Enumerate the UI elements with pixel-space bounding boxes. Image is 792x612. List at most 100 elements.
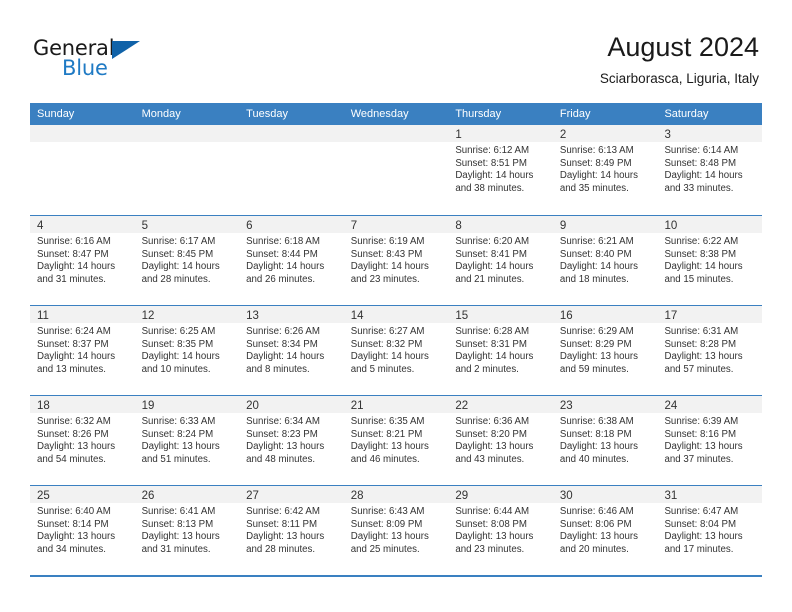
calendar-day-cell[interactable]: 24 Sunrise: 6:39 AM Sunset: 8:16 PM Dayligh… <box>657 396 763 485</box>
day-number: 26 <box>141 490 155 502</box>
day-info-line: Sunrise: 6:13 AM <box>559 145 634 156</box>
day-sun-info: Sunrise: 6:40 AM Sunset: 8:14 PM Daylight:… <box>30 503 135 556</box>
day-info-line: Sunset: 8:43 PM <box>350 248 423 260</box>
calendar-day-cell-empty <box>343 125 449 215</box>
day-info-line: Daylight: 14 hours <box>455 261 534 273</box>
calendar-day-cell[interactable]: 8 Sunrise: 6:20 AM Sunset: 8:41 PM Daylight… <box>448 216 553 305</box>
day-number: 24 <box>664 400 678 412</box>
day-sun-info: Sunrise: 6:34 AM Sunset: 8:23 PM Daylight:… <box>239 413 344 466</box>
day-number: 22 <box>455 400 469 412</box>
day-sun-info: Sunrise: 6:27 AM Sunset: 8:32 PM Daylight:… <box>344 323 449 376</box>
day-number: 12 <box>141 310 155 322</box>
calendar-day-cell[interactable]: 17 Sunrise: 6:31 AM Sunset: 8:28 PM Dayligh… <box>657 306 763 395</box>
day-info-line: Sunrise: 6:41 AM <box>141 506 216 517</box>
day-info-line: Sunset: 8:26 PM <box>37 428 109 440</box>
calendar-day-cell[interactable]: 14 Sunrise: 6:27 AM Sunset: 8:32 PM Dayligh… <box>343 306 449 395</box>
day-sun-info: Sunrise: 6:31 AM Sunset: 8:28 PM Daylight:… <box>657 323 762 376</box>
day-of-week-sunday: Sunday <box>37 108 75 120</box>
day-number: 21 <box>350 400 364 412</box>
day-info-line: and 59 minutes. <box>559 363 629 375</box>
calendar-day-cell[interactable]: 10 Sunrise: 6:22 AM Sunset: 8:38 PM Dayligh… <box>657 216 763 305</box>
day-number-strip: 8 <box>448 216 553 233</box>
calendar-day-cell[interactable]: 11 Sunrise: 6:24 AM Sunset: 8:37 PM Dayligh… <box>30 306 135 395</box>
calendar-day-cell[interactable]: 26 Sunrise: 6:41 AM Sunset: 8:13 PM Dayligh… <box>134 486 240 575</box>
day-number-strip <box>239 125 344 142</box>
calendar-day-cell[interactable]: 29 Sunrise: 6:44 AM Sunset: 8:08 PM Dayligh… <box>448 486 553 575</box>
calendar-day-cell[interactable]: 31 Sunrise: 6:47 AM Sunset: 8:04 PM Dayligh… <box>657 486 763 575</box>
day-info-line: Sunrise: 6:25 AM <box>141 326 216 337</box>
day-info-line: Sunrise: 6:42 AM <box>246 506 320 517</box>
calendar-day-cell[interactable]: 25 Sunrise: 6:40 AM Sunset: 8:14 PM Dayligh… <box>30 486 135 575</box>
calendar-day-cell[interactable]: 1 Sunrise: 6:12 AM Sunset: 8:51 PM Daylight… <box>448 125 553 215</box>
day-number-strip: 1 <box>448 125 553 142</box>
day-info-line: Sunrise: 6:40 AM <box>37 506 111 517</box>
calendar-day-cell[interactable]: 5 Sunrise: 6:17 AM Sunset: 8:45 PM Daylight… <box>134 216 240 305</box>
day-info-line: Daylight: 13 hours <box>246 531 325 543</box>
day-sun-info: Sunrise: 6:16 AM Sunset: 8:47 PM Daylight:… <box>30 233 135 286</box>
day-number-strip: 31 <box>657 486 763 503</box>
calendar-day-cell[interactable]: 9 Sunrise: 6:21 AM Sunset: 8:40 PM Daylight… <box>552 216 658 305</box>
brand-logo[interactable]: General Blue <box>33 36 213 86</box>
day-info-line: Sunrise: 6:14 AM <box>664 145 739 156</box>
day-info-line: Sunrise: 6:44 AM <box>455 506 530 517</box>
day-number: 28 <box>350 490 364 502</box>
day-of-week-saturday: Saturday <box>664 108 709 120</box>
day-number-strip: 19 <box>134 396 240 413</box>
calendar-day-cell[interactable]: 20 Sunrise: 6:34 AM Sunset: 8:23 PM Dayligh… <box>239 396 344 485</box>
calendar-day-cell[interactable]: 6 Sunrise: 6:18 AM Sunset: 8:44 PM Daylight… <box>239 216 344 305</box>
calendar-day-cell[interactable]: 15 Sunrise: 6:28 AM Sunset: 8:31 PM Dayligh… <box>448 306 553 395</box>
day-info-line: Sunset: 8:18 PM <box>559 428 632 440</box>
day-sun-info: Sunrise: 6:25 AM Sunset: 8:35 PM Daylight:… <box>135 323 240 376</box>
day-sun-info: Sunrise: 6:19 AM Sunset: 8:43 PM Daylight:… <box>344 233 449 286</box>
calendar-day-cell[interactable]: 16 Sunrise: 6:29 AM Sunset: 8:29 PM Dayligh… <box>552 306 658 395</box>
day-info-line: Sunset: 8:24 PM <box>141 428 214 440</box>
calendar-day-cell[interactable]: 12 Sunrise: 6:25 AM Sunset: 8:35 PM Dayligh… <box>134 306 240 395</box>
day-info-line: and 28 minutes. <box>246 543 316 555</box>
day-info-line: and 33 minutes. <box>664 182 734 194</box>
day-sun-info: Sunrise: 6:39 AM Sunset: 8:16 PM Daylight:… <box>657 413 762 466</box>
calendar-day-cell[interactable]: 19 Sunrise: 6:33 AM Sunset: 8:24 PM Dayligh… <box>134 396 240 485</box>
day-info-line: Sunrise: 6:24 AM <box>37 326 111 337</box>
day-number: 7 <box>350 220 358 232</box>
day-sun-info <box>135 142 240 145</box>
day-number-strip: 4 <box>30 216 135 233</box>
day-number: 17 <box>664 310 678 322</box>
day-info-line: Sunset: 8:14 PM <box>37 518 109 530</box>
day-sun-info: Sunrise: 6:21 AM Sunset: 8:40 PM Daylight:… <box>553 233 658 286</box>
day-info-line: Daylight: 13 hours <box>559 351 638 363</box>
day-info-line: Sunset: 8:37 PM <box>37 338 109 350</box>
day-info-line: Daylight: 14 hours <box>455 351 534 363</box>
day-info-line: and 21 minutes. <box>455 273 525 285</box>
day-info-line: Daylight: 14 hours <box>141 261 220 273</box>
calendar-bottom-rule <box>30 575 762 577</box>
calendar-day-cell[interactable]: 4 Sunrise: 6:16 AM Sunset: 8:47 PM Daylight… <box>30 216 135 305</box>
day-info-line: Daylight: 13 hours <box>664 531 743 543</box>
calendar-day-cell[interactable]: 28 Sunrise: 6:43 AM Sunset: 8:09 PM Dayligh… <box>343 486 449 575</box>
day-number-strip: 25 <box>30 486 135 503</box>
day-info-line: Daylight: 14 hours <box>350 261 429 273</box>
day-info-line: and 46 minutes. <box>350 453 420 465</box>
day-info-line: and 37 minutes. <box>664 453 734 465</box>
day-info-line: Sunrise: 6:47 AM <box>664 506 739 517</box>
day-info-line: Sunset: 8:31 PM <box>455 338 527 350</box>
day-number-strip: 5 <box>134 216 240 233</box>
calendar-day-cell[interactable]: 3 Sunrise: 6:14 AM Sunset: 8:48 PM Daylight… <box>657 125 763 215</box>
day-number-strip: 9 <box>552 216 658 233</box>
day-sun-info: Sunrise: 6:36 AM Sunset: 8:20 PM Daylight:… <box>448 413 553 466</box>
calendar-weeks: 1 Sunrise: 6:12 AM Sunset: 8:51 PM Daylight… <box>30 125 763 575</box>
day-sun-info: Sunrise: 6:29 AM Sunset: 8:29 PM Daylight:… <box>553 323 658 376</box>
calendar-day-cell[interactable]: 23 Sunrise: 6:38 AM Sunset: 8:18 PM Dayligh… <box>552 396 658 485</box>
calendar-day-cell[interactable]: 2 Sunrise: 6:13 AM Sunset: 8:49 PM Daylight… <box>552 125 658 215</box>
calendar-day-cell[interactable]: 18 Sunrise: 6:32 AM Sunset: 8:26 PM Dayligh… <box>30 396 135 485</box>
calendar-day-cell[interactable]: 22 Sunrise: 6:36 AM Sunset: 8:20 PM Dayligh… <box>448 396 553 485</box>
calendar-day-cell[interactable]: 13 Sunrise: 6:26 AM Sunset: 8:34 PM Dayligh… <box>239 306 344 395</box>
calendar-day-cell[interactable]: 30 Sunrise: 6:46 AM Sunset: 8:06 PM Dayligh… <box>552 486 658 575</box>
day-info-line: and 38 minutes. <box>455 182 525 194</box>
calendar-day-cell[interactable]: 27 Sunrise: 6:42 AM Sunset: 8:11 PM Dayligh… <box>239 486 344 575</box>
day-info-line: Daylight: 13 hours <box>664 441 743 453</box>
calendar-day-cell[interactable]: 7 Sunrise: 6:19 AM Sunset: 8:43 PM Daylight… <box>343 216 449 305</box>
day-sun-info: Sunrise: 6:35 AM Sunset: 8:21 PM Daylight:… <box>344 413 449 466</box>
day-sun-info <box>239 142 344 145</box>
day-number: 20 <box>246 400 259 412</box>
calendar-day-cell[interactable]: 21 Sunrise: 6:35 AM Sunset: 8:21 PM Dayligh… <box>343 396 449 485</box>
